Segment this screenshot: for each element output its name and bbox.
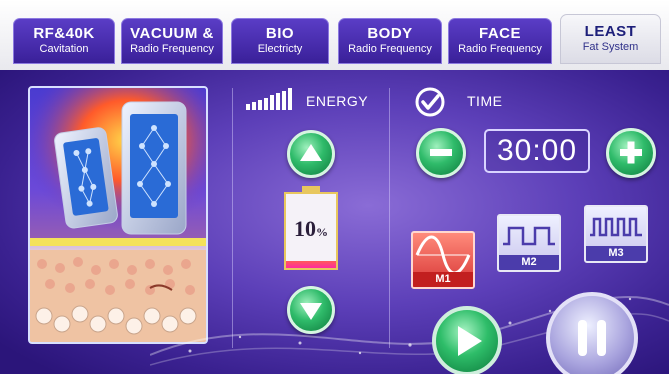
- energy-percent-readout: 10%: [286, 216, 336, 242]
- tab-title: FACE: [478, 25, 521, 42]
- pads-and-skin-illustration: [30, 88, 206, 342]
- tab-rf-cavitation[interactable]: RF&40K Cavitation: [13, 18, 115, 64]
- control-screen: RF&40K Cavitation VACUUM & Radio Frequen…: [0, 0, 669, 374]
- time-display: 30:00: [484, 129, 590, 173]
- treatment-illustration: [28, 86, 208, 344]
- mode-m2-button[interactable]: M2: [497, 214, 561, 272]
- tab-body[interactable]: BODY Radio Frequency: [338, 18, 442, 64]
- time-increase-button[interactable]: [606, 128, 656, 178]
- arrow-up-icon: [300, 144, 322, 161]
- tab-face[interactable]: FACE Radio Frequency: [448, 18, 552, 64]
- mode-label: M2: [499, 255, 559, 270]
- tab-vacuum-rf[interactable]: VACUUM & Radio Frequency: [121, 18, 223, 64]
- tab-title: BIO: [265, 25, 295, 42]
- arrow-down-icon: [300, 303, 322, 320]
- battery-level-fill: [286, 260, 336, 268]
- start-button[interactable]: [432, 306, 502, 374]
- time-decrease-button[interactable]: [416, 128, 466, 178]
- tab-bio[interactable]: BIO Electricty: [231, 18, 329, 64]
- sine-wave-icon: [415, 235, 471, 275]
- tab-least-fat-system[interactable]: LEAST Fat System: [560, 14, 661, 64]
- tab-title: RF&40K: [33, 25, 95, 42]
- tab-subtitle: Cavitation: [39, 43, 89, 55]
- divider-left: [232, 88, 233, 348]
- mode-m3-button[interactable]: M3: [584, 205, 648, 263]
- tab-title: VACUUM &: [130, 25, 214, 42]
- mode-tab-bar: RF&40K Cavitation VACUUM & Radio Frequen…: [0, 0, 669, 70]
- mode-label: M3: [586, 246, 646, 261]
- mode-label: M1: [413, 272, 473, 287]
- square-wave-icon: [503, 226, 555, 246]
- tab-title: BODY: [367, 25, 413, 42]
- energy-label: ENERGY: [306, 93, 369, 109]
- energy-percent-value: 10: [294, 216, 316, 241]
- pause-button[interactable]: [546, 292, 638, 374]
- check-circle-icon: [415, 87, 445, 117]
- pulse-wave-icon: [590, 217, 642, 237]
- plus-icon: [620, 141, 642, 164]
- tab-subtitle: Electricty: [257, 43, 303, 55]
- pause-icon: [578, 320, 606, 356]
- play-icon: [458, 326, 482, 356]
- minus-icon: [430, 149, 452, 156]
- tab-subtitle: Radio Frequency: [130, 43, 214, 55]
- tab-subtitle: Radio Frequency: [348, 43, 432, 55]
- tab-subtitle: Fat System: [582, 41, 639, 53]
- energy-up-button[interactable]: [287, 130, 335, 178]
- time-label: TIME: [467, 93, 503, 109]
- energy-battery-gauge: 10%: [284, 192, 338, 270]
- tab-title: LEAST: [584, 23, 637, 40]
- mode-m1-button[interactable]: M1: [411, 231, 475, 289]
- tab-subtitle: Radio Frequency: [458, 43, 542, 55]
- energy-down-button[interactable]: [287, 286, 335, 334]
- energy-percent-unit: %: [316, 225, 328, 239]
- divider-right: [389, 88, 390, 348]
- signal-bars-icon: [246, 88, 292, 110]
